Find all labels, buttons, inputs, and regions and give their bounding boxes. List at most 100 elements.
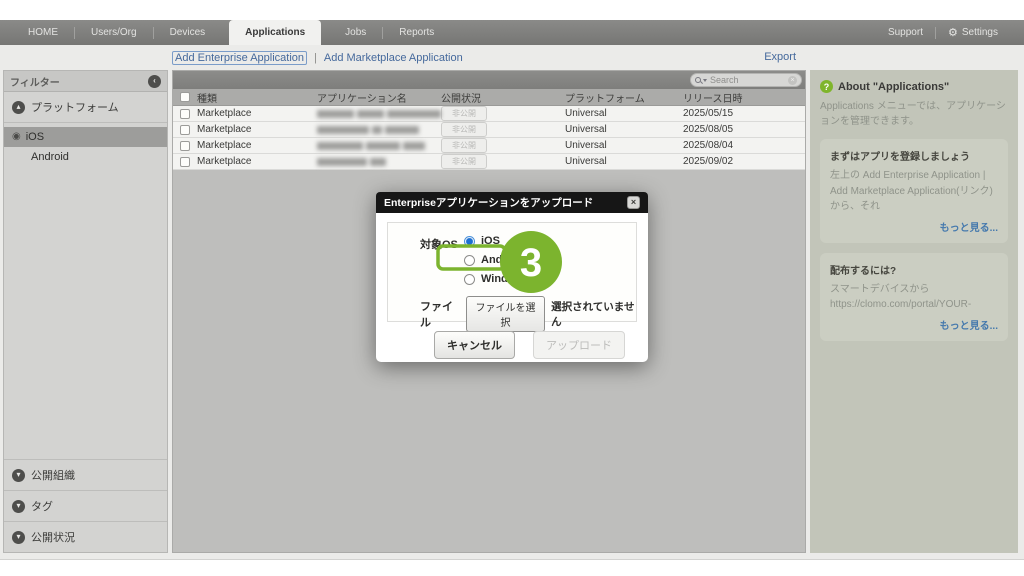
cell-type: Marketplace <box>197 140 317 151</box>
filter-bottom-sections: ▾ 公開組織 ▾ タグ ▾ 公開状況 <box>4 459 167 552</box>
section-publish-status[interactable]: ▾ 公開状況 <box>4 521 167 552</box>
see-more-link[interactable]: もっと見る... <box>830 317 998 332</box>
close-icon[interactable]: × <box>627 196 640 209</box>
table-row[interactable]: Marketplace 非公開 Universal 2025/05/15 <box>173 106 805 122</box>
header-platform[interactable]: プラットフォーム <box>565 90 683 105</box>
actions-row: Add Enterprise Application | Add Marketp… <box>172 51 800 65</box>
chevron-down-icon: ▾ <box>12 469 25 482</box>
export-link[interactable]: Export <box>764 51 796 63</box>
radio-selected-icon[interactable] <box>464 236 475 247</box>
header-release-date[interactable]: リリース日時 <box>683 90 805 105</box>
collapse-panel-icon[interactable]: ‹ <box>148 75 161 88</box>
radio-option-windows[interactable]: Windows <box>464 273 529 285</box>
cell-platform: Universal <box>565 108 683 119</box>
select-all-checkbox[interactable] <box>180 92 190 102</box>
filter-item-android-label: Android <box>31 151 69 163</box>
cell-platform: Universal <box>565 140 683 151</box>
tab-devices[interactable]: Devices <box>154 20 222 45</box>
app-name-redacted <box>317 126 441 134</box>
cancel-button[interactable]: キャンセル <box>434 331 515 359</box>
settings-label: Settings <box>962 27 998 38</box>
tab-users-org[interactable]: Users/Org <box>75 20 153 45</box>
tab-home[interactable]: HOME <box>12 20 74 45</box>
tab-reports[interactable]: Reports <box>383 20 450 45</box>
radio-unselected-icon[interactable] <box>464 274 475 285</box>
cell-platform: Universal <box>565 156 683 167</box>
selected-filter-icon: ◉ <box>12 132 21 142</box>
search-input[interactable]: Search × <box>690 73 802 87</box>
add-marketplace-application-link[interactable]: Add Marketplace Application <box>324 52 463 64</box>
cell-release-date: 2025/08/05 <box>683 124 805 135</box>
filter-item-android[interactable]: Android <box>4 147 167 167</box>
modal-title: Enterpriseアプリケーションをアップロード <box>384 195 593 210</box>
help-card-body: 左上の Add Enterprise Application | Add Mar… <box>830 170 993 212</box>
status-badge: 非公開 <box>441 106 487 121</box>
help-card-distribute: 配布するには? スマートデバイスから https://clomo.com/por… <box>820 253 1008 341</box>
help-icon: ? <box>820 80 833 93</box>
see-more-link[interactable]: もっと見る... <box>830 219 998 234</box>
add-enterprise-application-link[interactable]: Add Enterprise Application <box>172 51 307 65</box>
search-placeholder: Search <box>710 75 788 85</box>
row-checkbox[interactable] <box>180 125 190 135</box>
section-platform-label: プラットフォーム <box>31 99 119 115</box>
radio-option-ios[interactable]: iOS <box>464 235 529 247</box>
row-checkbox[interactable] <box>180 141 190 151</box>
filter-sidebar: フィルター ‹ ▴ プラットフォーム ◉ iOS Android ▾ 公開組織 <box>3 70 168 553</box>
file-label: ファイル <box>420 298 460 330</box>
radio-ios-label: iOS <box>481 235 500 247</box>
filter-item-ios[interactable]: ◉ iOS <box>4 127 167 147</box>
modal-title-bar: Enterpriseアプリケーションをアップロード × <box>376 192 648 213</box>
upload-enterprise-app-modal: Enterpriseアプリケーションをアップロード × 対象OS iOS And… <box>376 192 648 362</box>
app-name-redacted <box>317 158 441 166</box>
help-card-body-line2: https://clomo.com/portal/YOUR- <box>830 299 971 310</box>
status-badge: 非公開 <box>441 154 487 169</box>
cell-release-date: 2025/09/02 <box>683 156 805 167</box>
row-checkbox[interactable] <box>180 109 190 119</box>
radio-option-android[interactable]: Android <box>464 254 529 266</box>
help-card-body-line1: スマートデバイスから <box>830 284 929 295</box>
section-publish-status-label: 公開状況 <box>31 529 75 545</box>
filter-item-ios-label: iOS <box>26 131 44 143</box>
row-checkbox[interactable] <box>180 157 190 167</box>
section-public-org[interactable]: ▾ 公開組織 <box>4 459 167 490</box>
section-tag-label: タグ <box>31 498 53 514</box>
chevron-down-icon: ▾ <box>12 500 25 513</box>
search-icon <box>695 77 701 83</box>
cell-type: Marketplace <box>197 156 317 167</box>
top-nav: HOME Users/Org Devices Applications Jobs… <box>0 20 1024 45</box>
cell-type: Marketplace <box>197 108 317 119</box>
section-platform[interactable]: ▴ プラットフォーム <box>4 92 167 123</box>
section-tag[interactable]: ▾ タグ <box>4 490 167 521</box>
help-description: Applications メニューでは、アプリケーションを管理できます。 <box>820 99 1008 129</box>
help-card-title: 配布するには? <box>830 262 998 277</box>
app-name-redacted <box>317 110 441 118</box>
table-toolbar: Search × <box>173 71 805 89</box>
chevron-down-icon: ▾ <box>12 531 25 544</box>
tab-applications[interactable]: Applications <box>229 20 321 45</box>
settings-button[interactable]: ⚙ Settings <box>936 20 1010 45</box>
status-badge: 非公開 <box>441 138 487 153</box>
choose-file-button[interactable]: ファイルを選択 <box>466 296 545 332</box>
table-row[interactable]: Marketplace 非公開 Universal 2025/08/05 <box>173 122 805 138</box>
status-badge: 非公開 <box>441 122 487 137</box>
header-app-name[interactable]: アプリケーション名 <box>317 90 441 105</box>
support-link[interactable]: Support <box>876 20 935 45</box>
search-scope-dropdown-icon <box>703 79 707 82</box>
radio-unselected-icon[interactable] <box>464 255 475 266</box>
header-type[interactable]: 種類 <box>197 90 317 105</box>
clomo-admin-console: HOME Users/Org Devices Applications Jobs… <box>0 0 1024 576</box>
cell-release-date: 2025/05/15 <box>683 108 805 119</box>
target-os-label: 対象OS <box>420 235 464 285</box>
search-clear-icon[interactable]: × <box>788 76 797 85</box>
cell-type: Marketplace <box>197 124 317 135</box>
radio-android-label: Android <box>481 254 523 266</box>
tab-jobs[interactable]: Jobs <box>329 20 382 45</box>
modal-form-box: 対象OS iOS Android Windows <box>387 222 637 322</box>
help-sidebar: ? About "Applications" Applications メニュー… <box>810 70 1018 553</box>
header-publish-status[interactable]: 公開状況 <box>441 90 565 105</box>
table-header-row: 種類 アプリケーション名 公開状況 プラットフォーム リリース日時 <box>173 89 805 106</box>
chevron-up-icon: ▴ <box>12 101 25 114</box>
table-row[interactable]: Marketplace 非公開 Universal 2025/08/04 <box>173 138 805 154</box>
app-name-redacted <box>317 142 441 150</box>
table-row[interactable]: Marketplace 非公開 Universal 2025/09/02 <box>173 154 805 170</box>
